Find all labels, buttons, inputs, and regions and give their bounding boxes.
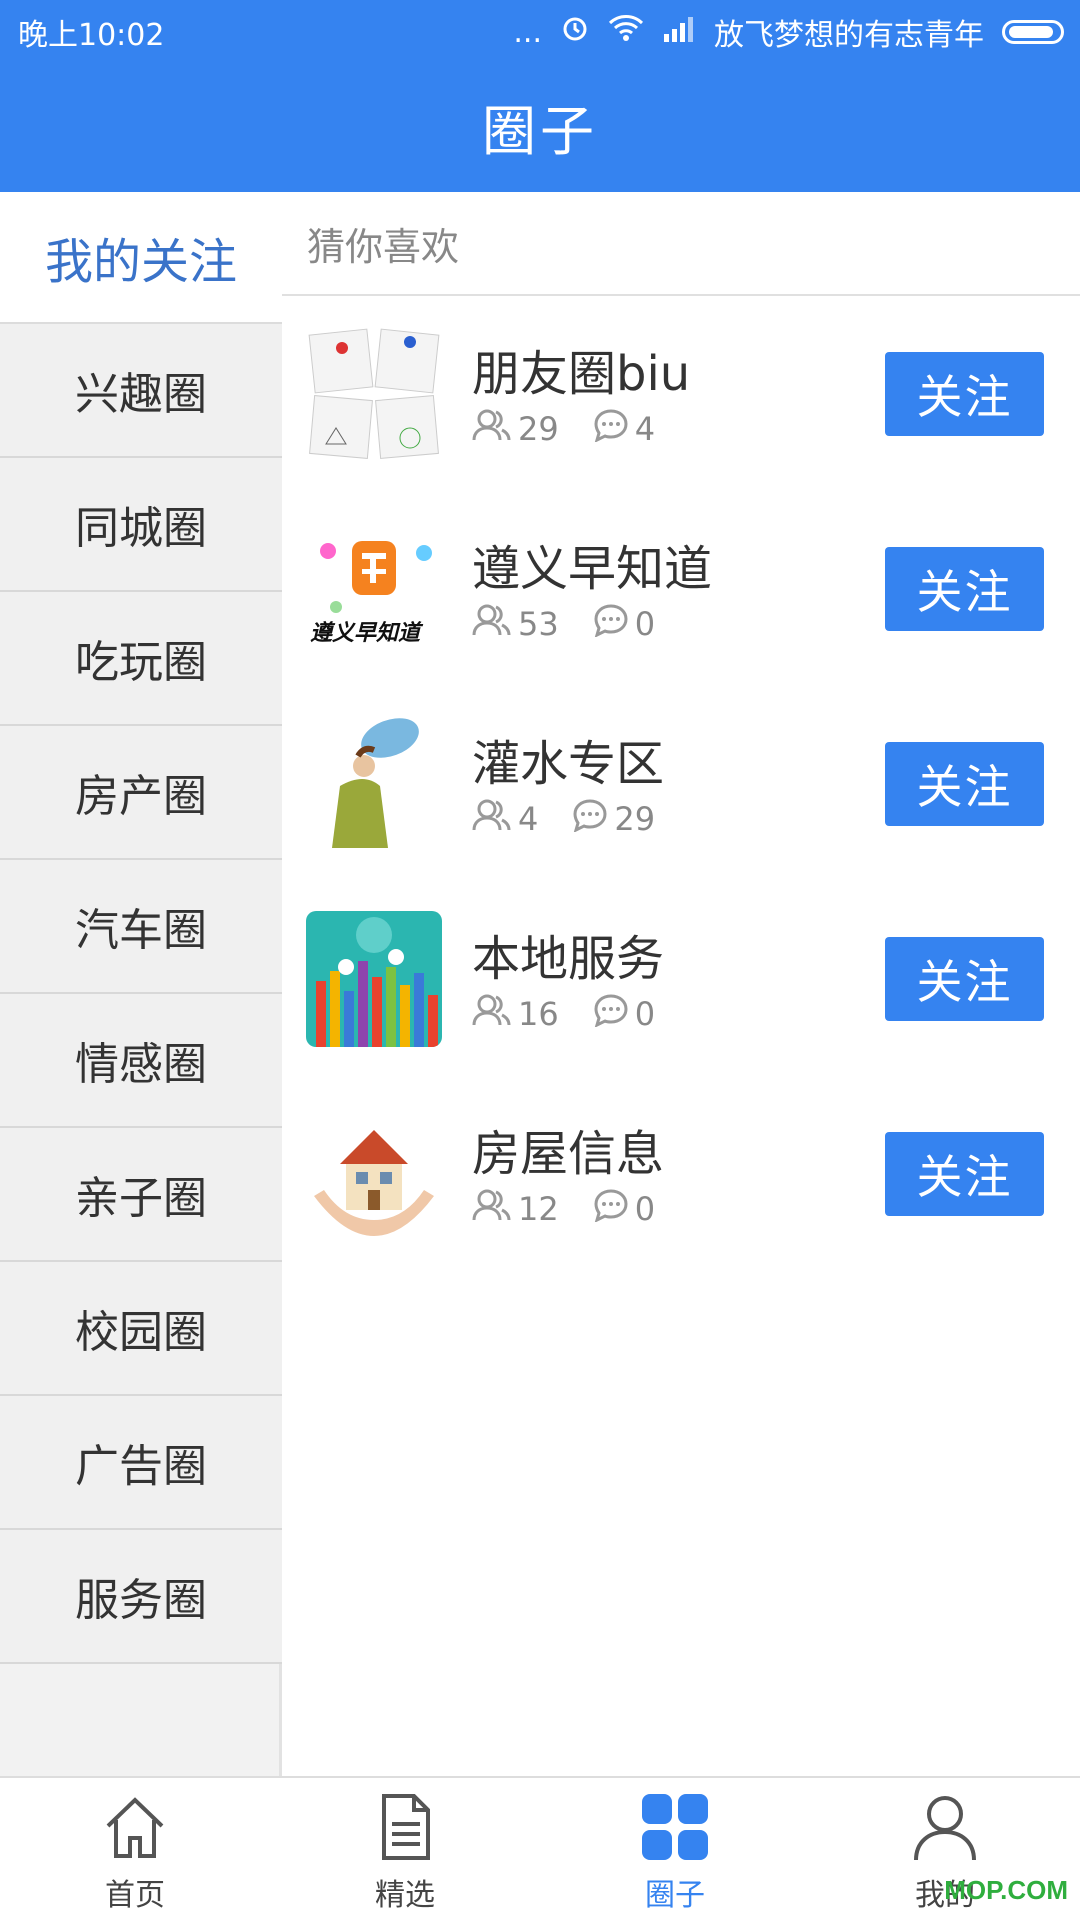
circle-stats: 4 29 (472, 798, 689, 840)
page-title: 圈子 (0, 60, 1080, 192)
category-list: 兴趣圈 同城圈 吃玩圈 房产圈 汽车圈 情感圈 亲子圈 校园圈 广告圈 服务圈 (0, 324, 282, 1664)
circle-stats: 12 0 (472, 1188, 689, 1230)
members-icon (472, 798, 512, 840)
circle-list: 朋友圈biu 29 4 关注 遵义早知道 遵义早知道 53 0 关注 灌水专区 … (282, 296, 1080, 1271)
sidebar-item-food-fun[interactable]: 吃玩圈 (0, 592, 282, 726)
circle-thumbnail: 遵义早知道 (306, 521, 442, 657)
circle-name: 房屋信息 (472, 1126, 665, 1182)
tab-home[interactable]: 首页 (0, 1778, 270, 1920)
battery-icon (1002, 20, 1064, 44)
follow-button[interactable]: 关注 (885, 742, 1044, 826)
member-count: 4 (518, 800, 539, 838)
grid-icon (640, 1792, 710, 1866)
tab-circles[interactable]: 圈子 (540, 1778, 810, 1920)
tab-label: 首页 (105, 1878, 165, 1913)
list-item[interactable]: 朋友圈biu 29 4 关注 (282, 296, 1080, 491)
follow-button[interactable]: 关注 (885, 547, 1044, 631)
member-count: 16 (518, 995, 559, 1033)
circle-stats: 29 4 (472, 408, 689, 450)
home-icon (100, 1792, 170, 1866)
tab-label: 精选 (375, 1878, 435, 1913)
user-icon (910, 1792, 980, 1866)
status-time: 晚上10:02 (18, 18, 165, 53)
comment-icon (593, 603, 629, 645)
circle-name: 朋友圈biu (472, 346, 691, 402)
wifi-icon (608, 14, 644, 50)
circle-name: 灌水专区 (472, 736, 665, 792)
circle-name: 本地服务 (472, 931, 665, 987)
post-count: 0 (634, 995, 656, 1033)
bottom-nav: 首页 精选 圈子 我的 (0, 1776, 1080, 1920)
sidebar-item-real-estate[interactable]: 房产圈 (0, 726, 282, 860)
member-count: 12 (518, 1190, 559, 1228)
post-count: 0 (634, 1190, 656, 1228)
post-count: 0 (634, 605, 656, 643)
comment-icon (593, 408, 629, 450)
tab-featured[interactable]: 精选 (270, 1778, 540, 1920)
circle-stats: 53 0 (472, 603, 689, 645)
tab-label: 圈子 (645, 1878, 705, 1913)
sidebar-item-parenting[interactable]: 亲子圈 (0, 1128, 282, 1262)
list-item[interactable]: 灌水专区 4 29 关注 (282, 686, 1080, 881)
circle-thumbnail (306, 326, 442, 462)
comment-icon (593, 993, 629, 1035)
signal-icon (662, 15, 696, 50)
circle-name: 遵义早知道 (472, 541, 713, 597)
sidebar-item-ads[interactable]: 广告圈 (0, 1396, 282, 1530)
comment-icon (572, 798, 608, 840)
member-count: 53 (518, 605, 559, 643)
follow-button[interactable]: 关注 (885, 937, 1044, 1021)
watermark: MOP.COM (944, 1875, 1068, 1905)
sidebar-item-campus[interactable]: 校园圈 (0, 1262, 282, 1396)
list-item[interactable]: 遵义早知道 遵义早知道 53 0 关注 (282, 491, 1080, 686)
member-count: 29 (518, 410, 559, 448)
sidebar-item-emotion[interactable]: 情感圈 (0, 994, 282, 1128)
list-item[interactable]: 本地服务 16 0 关注 (282, 881, 1080, 1076)
members-icon (472, 1188, 512, 1230)
more-dots-icon: ... (513, 14, 542, 50)
sidebar-item-same-city[interactable]: 同城圈 (0, 458, 282, 592)
status-bar: 晚上10:02 ... 放飞梦想的有志青年 (0, 0, 1080, 60)
follow-button[interactable]: 关注 (885, 352, 1044, 436)
circle-thumbnail (306, 911, 442, 1047)
section-title: 猜你喜欢 (282, 192, 1080, 296)
members-icon (472, 408, 512, 450)
comment-icon (593, 1188, 629, 1230)
circle-thumbnail (306, 716, 442, 852)
status-icons: ... 放飞梦想的有志青年 (513, 10, 1064, 54)
circle-thumbnail (306, 1106, 442, 1242)
sidebar-item-service[interactable]: 服务圈 (0, 1530, 282, 1664)
logo-text: 遵义早知道 (310, 621, 421, 646)
sidebar-item-interest[interactable]: 兴趣圈 (0, 324, 282, 458)
circle-stats: 16 0 (472, 993, 689, 1035)
members-icon (472, 993, 512, 1035)
members-icon (472, 603, 512, 645)
sidebar-item-my-follow[interactable]: 我的关注 (0, 192, 282, 324)
sidebar-item-car[interactable]: 汽车圈 (0, 860, 282, 994)
post-count: 29 (614, 800, 656, 838)
list-item[interactable]: 房屋信息 12 0 关注 (282, 1076, 1080, 1271)
alarm-icon (560, 13, 590, 51)
document-icon (370, 1792, 440, 1866)
post-count: 4 (634, 410, 656, 448)
follow-button[interactable]: 关注 (885, 1132, 1044, 1216)
carrier-text: 放飞梦想的有志青年 (714, 18, 984, 53)
